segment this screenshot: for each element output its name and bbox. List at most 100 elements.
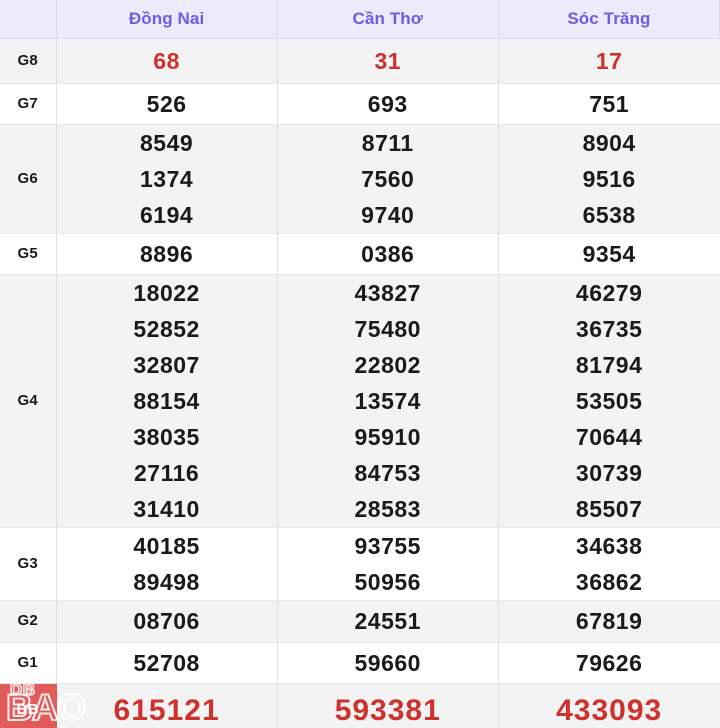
prize-number: 36735 xyxy=(575,315,643,342)
prize-number: 8549 xyxy=(140,129,194,156)
prize-label-cell-g4: G4 xyxy=(0,274,57,528)
prize-number: 9740 xyxy=(361,201,415,228)
number-stack: 67819 xyxy=(499,601,720,642)
prize-cell-db-cantho: 593381 xyxy=(277,683,499,728)
prize-cell-g2-cantho: 24551 xyxy=(277,600,499,643)
prize-number: 6538 xyxy=(582,201,636,228)
prize-label-cell-g2: G2 xyxy=(0,600,57,643)
province-name-1: Cần Thơ xyxy=(352,9,423,29)
prize-number: 22802 xyxy=(354,351,421,378)
prize-cell-g5-dongnai: 8896 xyxy=(56,233,278,275)
prize-cell-g1-soctrang: 79626 xyxy=(498,642,720,684)
prize-number: 24551 xyxy=(354,607,421,634)
prize-label-g1: G1 xyxy=(17,653,38,671)
number-stack: 751 xyxy=(499,84,720,124)
prize-cell-g3-dongnai: 40185 89498 xyxy=(56,527,278,601)
prize-number: 88154 xyxy=(133,387,200,414)
number-stack: 52708 xyxy=(57,643,277,683)
number-stack: 34638 36862 xyxy=(499,528,720,600)
prize-cell-g1-cantho: 59660 xyxy=(277,642,499,684)
prize-number: 32807 xyxy=(133,351,200,378)
prize-number: 8711 xyxy=(361,129,414,156)
prize-cell-g2-soctrang: 67819 xyxy=(498,600,720,643)
header-province-0: Đồng Nai xyxy=(56,0,278,39)
prize-number: 68 xyxy=(153,47,180,74)
prize-cell-g4-soctrang: 46279 36735 81794 53505 70644 30739 8550… xyxy=(498,274,720,528)
prize-number: 30739 xyxy=(575,459,643,486)
table-header: Đồng Nai Cần Thơ Sóc Trăng xyxy=(0,0,720,39)
prize-number: 53505 xyxy=(575,387,643,414)
number-stack: 0386 xyxy=(278,234,498,274)
prize-number: 81794 xyxy=(575,351,643,378)
prize-label-cell-g3: G3 xyxy=(0,527,57,601)
prize-number: 84753 xyxy=(354,459,421,486)
number-stack: 8711 7560 9740 xyxy=(278,125,498,233)
number-stack: 8896 xyxy=(57,234,277,274)
prize-number: 6194 xyxy=(140,201,194,228)
table-row-special: DB 615121 593381 433093 xyxy=(0,683,720,728)
prize-number: 13574 xyxy=(354,387,421,414)
number-stack: 40185 89498 xyxy=(57,528,277,600)
prize-number: 67819 xyxy=(575,607,643,634)
prize-cell-g7-cantho: 693 xyxy=(277,83,499,125)
prize-number: 36862 xyxy=(575,568,643,595)
prize-cell-db-soctrang: 433093 xyxy=(498,683,720,728)
prize-label-g8: G8 xyxy=(17,51,38,69)
special-prize-number: 593381 xyxy=(334,693,441,727)
prize-number: 52708 xyxy=(133,649,200,676)
prize-label-g4: G4 xyxy=(17,391,38,409)
prize-cell-g6-cantho: 8711 7560 9740 xyxy=(277,124,499,234)
special-prize-number: 615121 xyxy=(113,693,220,727)
prize-label-cell-g6: G6 xyxy=(0,124,57,234)
prize-number: 17 xyxy=(595,47,623,74)
table-body: G8 68 31 17 G7 526 693 751 G6 8549 1374 … xyxy=(0,38,720,728)
prize-cell-g2-dongnai: 08706 xyxy=(56,600,278,643)
number-stack: 79626 xyxy=(499,643,720,683)
prize-number: 31410 xyxy=(133,495,200,522)
prize-number: 40185 xyxy=(133,532,200,559)
prize-label-g6: G6 xyxy=(17,169,38,187)
number-stack: 8904 9516 6538 xyxy=(499,125,720,233)
table-row: G8 68 31 17 xyxy=(0,38,720,84)
number-stack: 68 xyxy=(57,39,277,83)
prize-number: 70644 xyxy=(575,423,643,450)
prize-number: 52852 xyxy=(133,315,200,342)
prize-number: 43827 xyxy=(354,279,421,306)
prize-label-cell-g1: G1 xyxy=(0,642,57,684)
prize-cell-g7-soctrang: 751 xyxy=(498,83,720,125)
number-stack: 59660 xyxy=(278,643,498,683)
prize-label-cell-db: DB xyxy=(0,683,57,728)
number-stack: 08706 xyxy=(57,601,277,642)
table-row: G5 8896 0386 9354 xyxy=(0,233,720,275)
prize-number: 0386 xyxy=(361,240,415,267)
prize-number: 89498 xyxy=(133,568,200,595)
prize-cell-g3-soctrang: 34638 36862 xyxy=(498,527,720,601)
prize-number: 85507 xyxy=(575,495,643,522)
province-name-2: Sóc Trăng xyxy=(567,9,651,29)
number-stack: 43827 75480 22802 13574 95910 84753 2858… xyxy=(278,275,498,527)
prize-cell-g8-cantho: 31 xyxy=(277,38,499,84)
prize-number: 751 xyxy=(589,90,630,117)
special-prize-number: 433093 xyxy=(556,693,663,727)
number-stack: 8549 1374 6194 xyxy=(57,125,277,233)
prize-number: 46279 xyxy=(575,279,643,306)
prize-cell-g5-soctrang: 9354 xyxy=(498,233,720,275)
prize-number: 95910 xyxy=(354,423,421,450)
table-row: G3 40185 89498 93755 50956 34638 36862 xyxy=(0,527,720,601)
prize-number: 31 xyxy=(374,47,402,74)
prize-number: 59660 xyxy=(354,649,421,676)
prize-label-cell-g8: G8 xyxy=(0,38,57,84)
prize-cell-g7-dongnai: 526 xyxy=(56,83,278,125)
table-row: G7 526 693 751 xyxy=(0,83,720,125)
prize-number: 28583 xyxy=(354,495,421,522)
table-row: G2 08706 24551 67819 xyxy=(0,600,720,643)
header-corner-cell xyxy=(0,0,57,39)
prize-number: 27116 xyxy=(134,459,200,486)
prize-number: 8896 xyxy=(140,240,194,267)
prize-label-cell-g7: G7 xyxy=(0,83,57,125)
table-row: G6 8549 1374 6194 8711 7560 9740 8904 95… xyxy=(0,124,720,234)
table-row: G4 18022 52852 32807 88154 38035 27116 3… xyxy=(0,274,720,528)
prize-number: 93755 xyxy=(354,532,421,559)
prize-number: 50956 xyxy=(354,568,421,595)
prize-number: 9516 xyxy=(582,165,636,192)
